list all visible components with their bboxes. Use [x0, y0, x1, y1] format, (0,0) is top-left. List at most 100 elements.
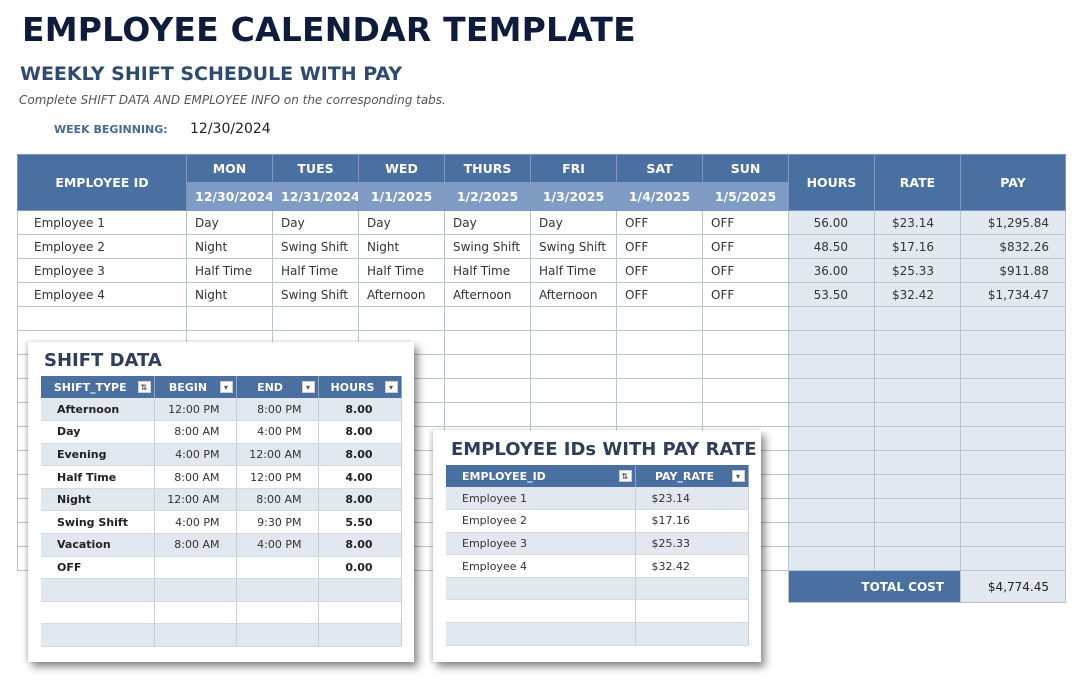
shift-cell[interactable]: Day [444, 210, 531, 235]
empty-cell[interactable] [444, 330, 531, 355]
sort-filter-icon[interactable]: ⇅ [618, 470, 632, 482]
empty-cell[interactable] [236, 578, 319, 602]
end-cell[interactable]: 12:00 PM [236, 465, 319, 489]
empty-cell[interactable] [236, 623, 319, 648]
empty-cell[interactable] [272, 306, 359, 331]
empty-cell[interactable] [635, 577, 749, 601]
shift-cell[interactable]: Afternoon [530, 282, 617, 307]
empty-cell[interactable] [318, 601, 402, 625]
shift-cell[interactable]: OFF [702, 258, 789, 283]
shift-cell[interactable]: Night [186, 234, 273, 259]
empty-cell[interactable] [41, 578, 155, 602]
empty-cell[interactable] [17, 306, 187, 331]
shift-cell[interactable]: OFF [616, 258, 703, 283]
sort-filter-icon[interactable]: ⇅ [137, 381, 151, 393]
pay-rate-cell[interactable]: $32.42 [635, 554, 749, 578]
empty-cell[interactable] [702, 402, 789, 427]
employee-cell[interactable]: Employee 3 [17, 258, 187, 283]
pay-rate-cell[interactable]: $23.14 [635, 487, 749, 511]
shift-cell[interactable]: OFF [616, 282, 703, 307]
empty-cell[interactable] [530, 402, 617, 427]
empty-cell[interactable] [446, 577, 636, 601]
begin-cell[interactable] [154, 556, 237, 580]
empty-cell[interactable] [446, 599, 636, 624]
dropdown-filter-icon[interactable]: ▾ [301, 381, 315, 393]
shift-cell[interactable]: OFF [702, 282, 789, 307]
empty-cell[interactable] [616, 330, 703, 355]
empty-cell[interactable] [702, 354, 789, 379]
end-cell[interactable]: 8:00 AM [236, 488, 319, 512]
empty-cell[interactable] [446, 622, 636, 646]
end-cell[interactable]: 12:00 AM [236, 443, 319, 467]
empty-cell[interactable] [616, 306, 703, 331]
shift-type-cell[interactable]: Half Time [41, 465, 155, 489]
shift-cell[interactable]: OFF [702, 234, 789, 259]
shift-type-cell[interactable]: Day [41, 420, 155, 444]
empty-cell[interactable] [702, 378, 789, 403]
column-header[interactable]: EMPLOYEE_ID ⇅ [446, 465, 636, 487]
empty-cell[interactable] [530, 354, 617, 379]
column-header[interactable]: SHIFT_TYPE ⇅ [41, 376, 155, 398]
empty-cell[interactable] [318, 623, 402, 648]
shift-cell[interactable]: Swing Shift [530, 234, 617, 259]
shift-cell[interactable]: Half Time [444, 258, 531, 283]
shift-cell[interactable]: Day [358, 210, 445, 235]
begin-cell[interactable]: 12:00 AM [154, 488, 237, 512]
employee-id-cell[interactable]: Employee 4 [446, 554, 636, 578]
empty-cell[interactable] [236, 601, 319, 625]
column-header[interactable]: BEGIN ▾ [154, 376, 237, 398]
empty-cell[interactable] [616, 354, 703, 379]
end-cell[interactable]: 8:00 PM [236, 398, 319, 422]
empty-cell[interactable] [154, 578, 237, 602]
shift-cell[interactable]: Half Time [358, 258, 445, 283]
begin-cell[interactable]: 4:00 PM [154, 443, 237, 467]
column-header[interactable]: HOURS ▾ [318, 376, 402, 398]
begin-cell[interactable]: 4:00 PM [154, 510, 237, 535]
empty-cell[interactable] [444, 378, 531, 403]
begin-cell[interactable]: 8:00 AM [154, 465, 237, 489]
shift-cell[interactable]: Half Time [186, 258, 273, 283]
dropdown-filter-icon[interactable]: ▾ [219, 381, 233, 393]
end-cell[interactable] [236, 556, 319, 580]
begin-cell[interactable]: 8:00 AM [154, 533, 237, 557]
end-cell[interactable]: 4:00 PM [236, 420, 319, 444]
empty-cell[interactable] [635, 599, 749, 624]
empty-cell[interactable] [530, 306, 617, 331]
employee-id-cell[interactable]: Employee 1 [446, 487, 636, 511]
empty-cell[interactable] [530, 330, 617, 355]
employee-id-cell[interactable]: Employee 3 [446, 532, 636, 556]
employee-id-cell[interactable]: Employee 2 [446, 509, 636, 533]
shift-type-cell[interactable]: OFF [41, 556, 155, 580]
shift-cell[interactable]: Day [272, 210, 359, 235]
empty-cell[interactable] [530, 378, 617, 403]
empty-cell[interactable] [186, 306, 273, 331]
empty-cell[interactable] [444, 306, 531, 331]
shift-type-cell[interactable]: Night [41, 488, 155, 512]
shift-cell[interactable]: Day [530, 210, 617, 235]
shift-type-cell[interactable]: Afternoon [41, 398, 155, 422]
empty-cell[interactable] [41, 601, 155, 625]
shift-cell[interactable]: Swing Shift [272, 282, 359, 307]
shift-cell[interactable]: Afternoon [358, 282, 445, 307]
empty-cell[interactable] [154, 601, 237, 625]
empty-cell[interactable] [41, 623, 155, 648]
employee-cell[interactable]: Employee 4 [17, 282, 187, 307]
begin-cell[interactable]: 12:00 PM [154, 398, 237, 422]
empty-cell[interactable] [616, 402, 703, 427]
empty-cell[interactable] [154, 623, 237, 648]
shift-cell[interactable]: OFF [616, 234, 703, 259]
shift-cell[interactable]: Half Time [530, 258, 617, 283]
dropdown-filter-icon[interactable]: ▾ [731, 470, 745, 482]
empty-cell[interactable] [616, 378, 703, 403]
shift-cell[interactable]: Swing Shift [444, 234, 531, 259]
pay-rate-cell[interactable]: $17.16 [635, 509, 749, 533]
empty-cell[interactable] [318, 578, 402, 602]
end-cell[interactable]: 4:00 PM [236, 533, 319, 557]
empty-cell[interactable] [444, 354, 531, 379]
empty-cell[interactable] [444, 402, 531, 427]
shift-cell[interactable]: Half Time [272, 258, 359, 283]
shift-cell[interactable]: OFF [616, 210, 703, 235]
column-header[interactable]: PAY_RATE ▾ [635, 465, 749, 487]
empty-cell[interactable] [702, 330, 789, 355]
empty-cell[interactable] [702, 306, 789, 331]
